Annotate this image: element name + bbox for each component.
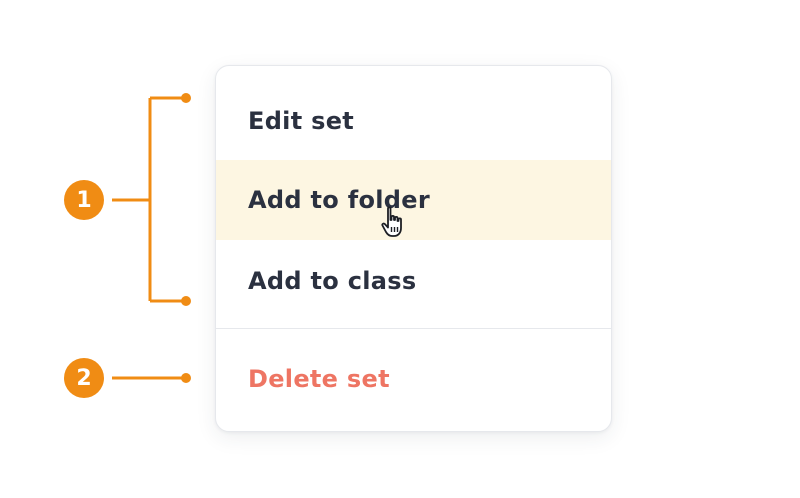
bracket-endpoint-top	[181, 93, 191, 103]
context-menu: Edit set Add to folder Add to class Dele…	[215, 65, 612, 432]
line-endpoint-callout-2	[181, 373, 191, 383]
menu-item-add-to-class[interactable]: Add to class	[216, 241, 611, 321]
bracket-endpoint-bottom	[181, 296, 191, 306]
bracket-callout-1	[112, 96, 186, 303]
menu-divider	[216, 328, 611, 329]
callout-badge-1: 1	[64, 180, 104, 220]
menu-item-delete-set[interactable]: Delete set	[216, 339, 611, 419]
hand-pointer-icon	[381, 206, 402, 237]
menu-item-add-to-folder[interactable]: Add to folder	[216, 160, 611, 240]
menu-item-edit-set[interactable]: Edit set	[216, 81, 611, 161]
callout-badge-2: 2	[64, 358, 104, 398]
